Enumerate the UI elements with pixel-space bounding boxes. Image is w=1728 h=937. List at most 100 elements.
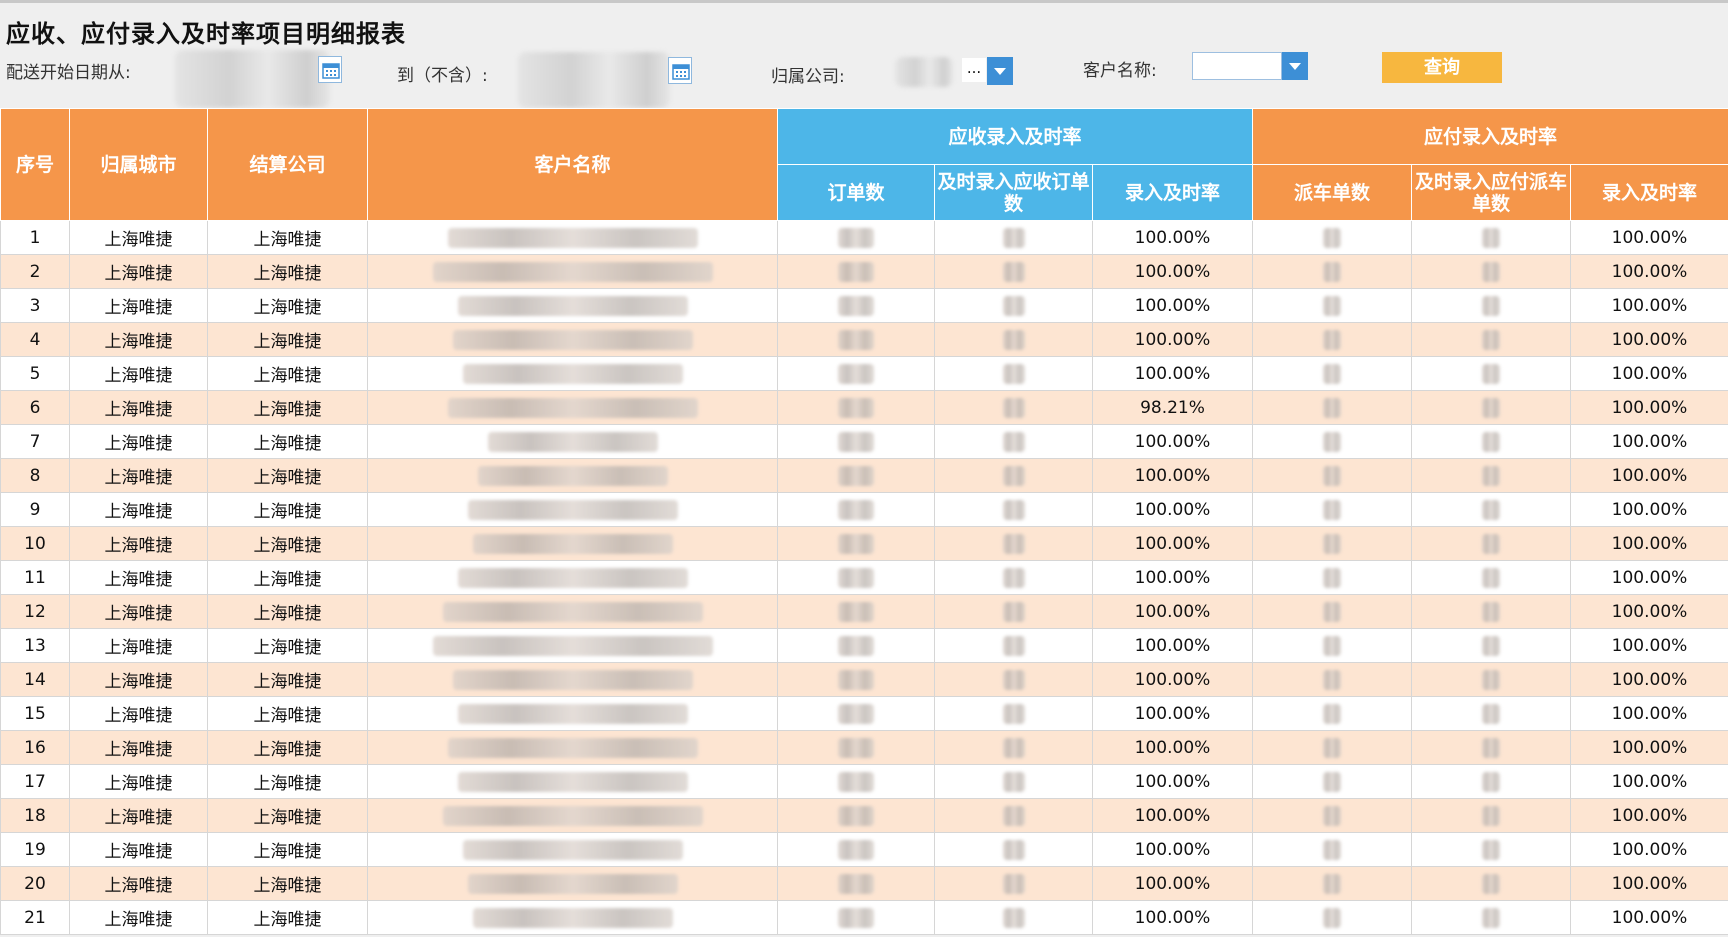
cell-order-count: [777, 560, 935, 595]
cell-receivable-rate: 100.00%: [1092, 628, 1253, 663]
cell-timely-payable-dispatch: [1411, 220, 1571, 255]
redacted-value: [1323, 533, 1341, 554]
cell-order-count: [777, 764, 935, 799]
table-row: 10 上海唯捷 上海唯捷 100.00% 100.00%: [0, 526, 1728, 561]
redacted-value: [1482, 227, 1500, 248]
cell-settle-company: 上海唯捷: [207, 526, 368, 561]
cell-timely-receivable-orders: [934, 798, 1093, 833]
cell-dispatch-count: [1252, 832, 1412, 867]
cell-settle-company: 上海唯捷: [207, 662, 368, 697]
cell-city: 上海唯捷: [69, 390, 208, 425]
cell-timely-receivable-orders: [934, 526, 1093, 561]
cell-settle-company: 上海唯捷: [207, 458, 368, 493]
redacted-value: [457, 771, 688, 792]
redacted-value: [1002, 227, 1025, 248]
customer-name-input[interactable]: [1192, 52, 1282, 80]
cell-order-count: [777, 900, 935, 935]
cell-receivable-rate: 100.00%: [1092, 254, 1253, 289]
cell-receivable-rate: 100.00%: [1092, 526, 1253, 561]
end-date-calendar-button[interactable]: [668, 57, 692, 84]
table-row: 21 上海唯捷 上海唯捷 100.00% 100.00%: [0, 900, 1728, 935]
redacted-value: [1482, 397, 1500, 418]
redacted-value: [452, 329, 693, 350]
cell-payable-rate: 100.00%: [1570, 356, 1728, 391]
redacted-value: [1002, 805, 1025, 826]
cell-seq: 9: [0, 492, 70, 527]
cell-timely-payable-dispatch: [1411, 424, 1571, 459]
cell-customer: [367, 390, 778, 425]
cell-customer: [367, 322, 778, 357]
cell-dispatch-count: [1252, 220, 1412, 255]
cell-receivable-rate: 100.00%: [1092, 560, 1253, 595]
redacted-value: [1482, 669, 1500, 690]
cell-seq: 19: [0, 832, 70, 867]
start-date-input[interactable]: [175, 50, 330, 108]
cell-seq: 3: [0, 288, 70, 323]
redacted-value: [838, 635, 874, 656]
redacted-value: [838, 805, 874, 826]
cell-customer: [367, 628, 778, 663]
redacted-value: [1482, 431, 1500, 452]
table-row: 8 上海唯捷 上海唯捷 100.00% 100.00%: [0, 458, 1728, 493]
table-row: 9 上海唯捷 上海唯捷 100.00% 100.00%: [0, 492, 1728, 527]
table-row: 5 上海唯捷 上海唯捷 100.00% 100.00%: [0, 356, 1728, 391]
redacted-value: [487, 431, 658, 452]
redacted-value: [1323, 669, 1341, 690]
cell-payable-rate: 100.00%: [1570, 560, 1728, 595]
cell-order-count: [777, 866, 935, 901]
query-button[interactable]: 查询: [1382, 52, 1502, 83]
table-row: 20 上海唯捷 上海唯捷 100.00% 100.00%: [0, 866, 1728, 901]
cell-dispatch-count: [1252, 492, 1412, 527]
redacted-value: [1482, 703, 1500, 724]
redacted-value: [838, 329, 874, 350]
cell-city: 上海唯捷: [69, 322, 208, 357]
redacted-value: [1323, 873, 1341, 894]
redacted-value: [1482, 737, 1500, 758]
redacted-value: [442, 601, 703, 622]
cell-payable-rate: 100.00%: [1570, 424, 1728, 459]
group-header-receivable: 应收录入及时率: [777, 108, 1253, 165]
col-header-order-count: 订单数: [777, 164, 935, 221]
cell-seq: 1: [0, 220, 70, 255]
company-dropdown-arrow[interactable]: [987, 57, 1013, 85]
redacted-value: [838, 227, 874, 248]
redacted-value: [1482, 295, 1500, 316]
cell-seq: 21: [0, 900, 70, 935]
cell-order-count: [777, 424, 935, 459]
cell-timely-payable-dispatch: [1411, 390, 1571, 425]
table-row: 18 上海唯捷 上海唯捷 100.00% 100.00%: [0, 798, 1728, 833]
cell-settle-company: 上海唯捷: [207, 560, 368, 595]
redacted-value: [1323, 261, 1341, 282]
cell-settle-company: 上海唯捷: [207, 390, 368, 425]
redacted-value: [838, 839, 874, 860]
cell-order-count: [777, 832, 935, 867]
cell-customer: [367, 492, 778, 527]
table-row: 11 上海唯捷 上海唯捷 100.00% 100.00%: [0, 560, 1728, 595]
cell-payable-rate: 100.00%: [1570, 288, 1728, 323]
end-date-input[interactable]: [518, 52, 670, 108]
start-date-calendar-button[interactable]: [318, 56, 342, 83]
cell-order-count: [777, 254, 935, 289]
redacted-value: [1002, 431, 1025, 452]
col-header-payable-rate: 录入及时率: [1570, 164, 1728, 221]
cell-customer: [367, 254, 778, 289]
cell-seq: 14: [0, 662, 70, 697]
cell-timely-receivable-orders: [934, 696, 1093, 731]
cell-payable-rate: 100.00%: [1570, 254, 1728, 289]
cell-customer: [367, 798, 778, 833]
redacted-value: [467, 873, 678, 894]
table-row: 6 上海唯捷 上海唯捷 98.21% 100.00%: [0, 390, 1728, 425]
company-select[interactable]: [895, 57, 953, 87]
cell-order-count: [777, 322, 935, 357]
cell-customer: [367, 696, 778, 731]
customer-dropdown-arrow[interactable]: [1282, 52, 1308, 80]
redacted-value: [1323, 567, 1341, 588]
cell-timely-payable-dispatch: [1411, 798, 1571, 833]
cell-seq: 4: [0, 322, 70, 357]
redacted-value: [442, 805, 703, 826]
cell-timely-payable-dispatch: [1411, 696, 1571, 731]
redacted-value: [1002, 397, 1025, 418]
cell-timely-receivable-orders: [934, 492, 1093, 527]
cell-timely-receivable-orders: [934, 356, 1093, 391]
redacted-value: [1323, 771, 1341, 792]
